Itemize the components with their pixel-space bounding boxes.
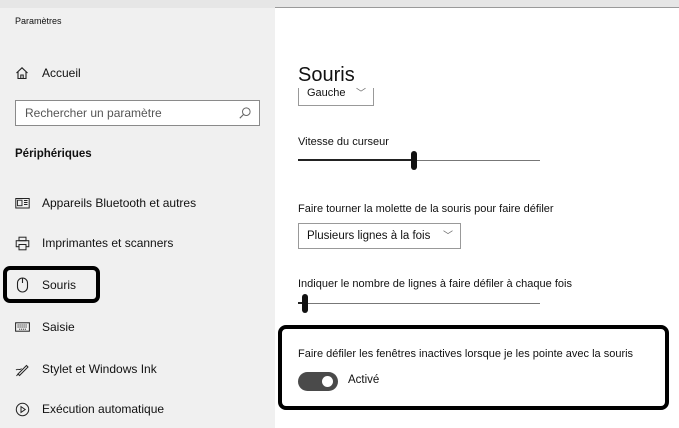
slider-track: [298, 303, 540, 304]
wheel-scroll-label: Faire tourner la molette de la souris po…: [298, 203, 554, 215]
wheel-scroll-value: Plusieurs lignes à la fois: [307, 230, 431, 242]
app-title: Paramètres: [15, 16, 62, 26]
primary-button-select[interactable]: Gauche ﹀: [298, 86, 374, 106]
sidebar-item-printers[interactable]: Imprimantes et scanners: [0, 226, 275, 260]
sidebar-item-saisie[interactable]: Saisie: [0, 310, 275, 344]
highlight-inactive-scroll-outline: [278, 325, 669, 410]
home-icon: [14, 65, 30, 81]
sidebar-item-stylet[interactable]: Stylet et Windows Ink: [0, 352, 275, 386]
chevron-down-icon: ﹀: [443, 231, 453, 242]
search-input[interactable]: [25, 104, 225, 122]
slider-fill: [298, 159, 415, 161]
sidebar-item-bluetooth[interactable]: Appareils Bluetooth et autres: [0, 186, 275, 220]
search-box[interactable]: [15, 100, 260, 126]
highlight-souris-outline: [3, 266, 100, 303]
nav-home-label: Accueil: [42, 66, 81, 80]
wheel-scroll-select[interactable]: Plusieurs lignes à la fois ﹀: [298, 223, 461, 249]
sidebar-item-label: Exécution automatique: [42, 402, 165, 416]
sidebar-item-label: Appareils Bluetooth et autres: [42, 196, 197, 210]
cursor-speed-slider[interactable]: [298, 151, 540, 171]
cursor-speed-label: Vitesse du curseur: [298, 136, 389, 148]
slider-thumb[interactable]: [411, 151, 418, 170]
keyboard-icon: [14, 319, 30, 335]
section-heading: Périphériques: [15, 148, 92, 160]
slider-thumb[interactable]: [302, 294, 309, 313]
sidebar-item-label: Stylet et Windows Ink: [42, 362, 157, 376]
chevron-down-icon: ﹀: [356, 87, 366, 99]
bluetooth-devices-icon: [14, 195, 30, 211]
sidebar-item-label: Imprimantes et scanners: [42, 236, 174, 250]
sidebar-item-label: Saisie: [42, 320, 75, 334]
search-icon[interactable]: [238, 106, 252, 120]
sidebar-item-autoplay[interactable]: Exécution automatique: [0, 392, 275, 426]
pen-icon: [14, 361, 30, 377]
primary-button-value: Gauche: [307, 86, 346, 99]
nav-home[interactable]: Accueil: [0, 56, 275, 90]
printer-icon: [14, 235, 30, 251]
lines-to-scroll-slider[interactable]: [298, 294, 540, 314]
page-title: Souris: [298, 64, 355, 86]
autoplay-icon: [14, 401, 30, 417]
lines-to-scroll-label: Indiquer le nombre de lignes à faire déf…: [298, 278, 572, 290]
title-bar: [0, 0, 679, 8]
